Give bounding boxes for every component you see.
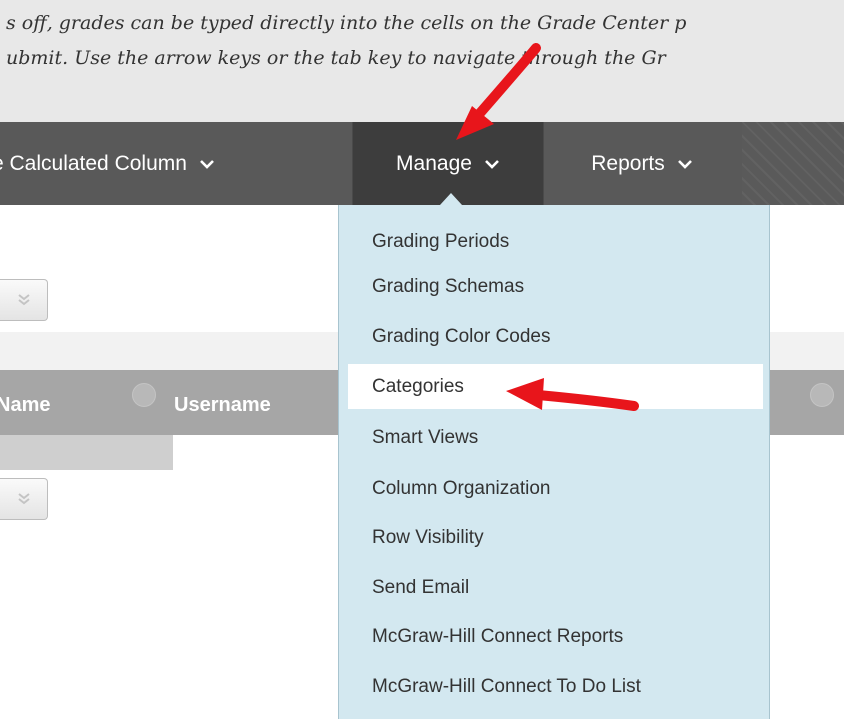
column-header-username[interactable]: Username	[174, 394, 271, 417]
expand-options-button[interactable]	[0, 279, 48, 321]
menu-item-row-visibility[interactable]: Row Visibility	[348, 515, 763, 560]
manage-dropdown-menu: Grading Periods Grading Schemas Grading …	[338, 205, 770, 719]
double-chevron-down-icon	[17, 493, 30, 505]
menu-item-grading-periods[interactable]: Grading Periods	[348, 219, 763, 264]
create-calculated-column-button[interactable]: e Calculated Column	[0, 122, 332, 205]
column-options-icon[interactable]	[810, 383, 834, 407]
reports-label: Reports	[591, 151, 665, 175]
selected-row-bar	[0, 435, 173, 470]
menu-item-grading-schemas[interactable]: Grading Schemas	[348, 264, 763, 309]
chevron-down-icon	[677, 159, 692, 169]
menu-item-mcgraw-hill-connect-to-do-list[interactable]: McGraw-Hill Connect To Do List	[348, 664, 763, 709]
manage-label: Manage	[396, 151, 472, 175]
instructions-line-2: ubmit. Use the arrow keys or the tab key…	[6, 47, 666, 69]
double-chevron-down-icon	[17, 294, 30, 306]
menu-item-send-email[interactable]: Send Email	[348, 565, 763, 610]
instructions-panel: s off, grades can be typed directly into…	[0, 0, 844, 122]
menu-item-mcgraw-hill-connect-reports[interactable]: McGraw-Hill Connect Reports	[348, 614, 763, 659]
expand-options-button[interactable]	[0, 478, 48, 520]
action-bar: e Calculated Column Manage Reports	[0, 122, 844, 205]
menu-pointer	[440, 193, 462, 205]
toolbar-filler	[742, 122, 844, 205]
menu-item-categories[interactable]: Categories	[348, 364, 763, 409]
menu-item-smart-views[interactable]: Smart Views	[348, 415, 763, 460]
chevron-down-icon	[200, 159, 214, 169]
reports-menu-button[interactable]: Reports	[543, 122, 741, 205]
instructions-line-1: s off, grades can be typed directly into…	[6, 12, 687, 34]
create-calculated-column-label: e Calculated Column	[0, 151, 187, 175]
chevron-down-icon	[485, 159, 499, 169]
menu-item-column-organization[interactable]: Column Organization	[348, 466, 763, 511]
column-options-icon[interactable]	[132, 383, 156, 407]
menu-item-grading-color-codes[interactable]: Grading Color Codes	[348, 314, 763, 359]
column-header-name[interactable]: Name	[0, 394, 50, 417]
